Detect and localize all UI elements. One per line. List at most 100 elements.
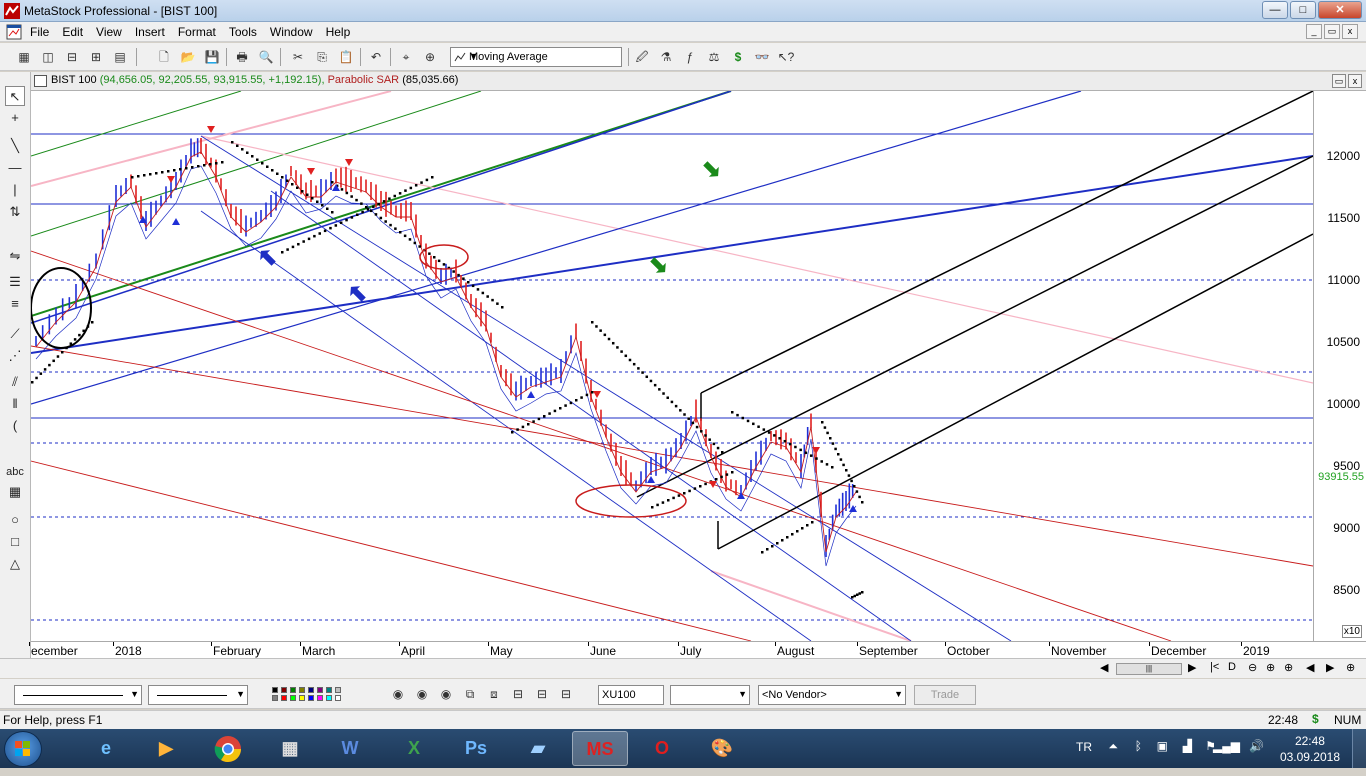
chart-close-button[interactable]: x [1348,74,1362,88]
help-pointer-icon[interactable]: ↖? [776,47,796,67]
triangle-icon[interactable]: △ [5,554,25,574]
chart-window[interactable]: BIST 100 (94,656.05, 92,205.55, 93,915.5… [29,72,1366,658]
media-player-icon[interactable]: ▶ [138,731,194,766]
periodicity-icon[interactable]: |< [1210,661,1219,673]
crosshair-tool-icon[interactable]: + [5,108,25,128]
copy-icon[interactable]: ⎘ [312,47,332,67]
circle-tool-icon[interactable]: ◉ [388,684,408,704]
circle-tool3-icon[interactable]: ◉ [436,684,456,704]
line-weight-combo[interactable]: ▼ [148,685,248,705]
chrome-icon[interactable] [200,731,256,766]
chart-restore-button[interactable]: ▭ [1332,74,1346,88]
print-preview-icon[interactable]: 🔍 [256,47,276,67]
menu-window[interactable]: Window [270,25,322,39]
pointer-icon[interactable]: ↖ [5,86,25,106]
color-palette[interactable] [270,685,360,705]
expand-icon[interactable]: ⊕ [1346,661,1355,674]
color-swatch[interactable] [281,687,287,693]
save-icon[interactable]: 💾 [202,47,222,67]
new-file-icon[interactable]: 🗋 [154,47,174,67]
photoshop-icon[interactable]: Ps [448,731,504,766]
gann-fan-icon[interactable]: ⋰ [5,346,25,366]
color-swatch[interactable] [272,695,278,701]
open-folder-icon[interactable]: 📂 [178,47,198,67]
dollar-icon[interactable]: $ [728,47,748,67]
opera-icon[interactable]: O [634,731,690,766]
expert-advisor-icon[interactable]: 🖉 [632,47,652,67]
fibonacci-arcs-icon[interactable]: ☰ [5,272,25,292]
color-swatch[interactable] [281,695,287,701]
explorer-icon[interactable]: 👓 [752,47,772,67]
calculator-icon[interactable]: ▦ [262,731,318,766]
grid-icon[interactable]: ⊞ [86,47,106,67]
tray-up-icon[interactable]: ⏶ [1108,739,1118,754]
system-tester-icon[interactable]: ⚖ [704,47,724,67]
metastock-icon[interactable]: MS [572,731,628,766]
daily-icon[interactable]: D [1228,661,1236,673]
network-icon[interactable]: ▟ [1183,739,1192,753]
text-tool-icon[interactable]: abc [5,462,25,482]
print-icon[interactable]: 🖶 [232,47,252,67]
tray-app-icon[interactable]: ▣ [1157,739,1168,753]
crosshair-icon[interactable]: ⌖ [396,47,416,67]
color-swatch[interactable] [326,687,332,693]
menu-format[interactable]: Format [178,25,225,39]
scroll-left-icon[interactable]: ◀ [1100,661,1108,674]
chevron-left-icon[interactable]: ◀ [1306,661,1314,674]
layout-icon[interactable]: ▤ [110,47,130,67]
cut-icon[interactable]: ✂ [288,47,308,67]
tile-windows-icon[interactable]: ▦ [14,47,34,67]
paste-icon[interactable]: 📋 [336,47,356,67]
symbol-input[interactable]: XU100 [598,685,664,705]
color-swatch[interactable] [317,695,323,701]
menu-file[interactable]: File [30,25,58,39]
tile-horizontal-icon[interactable]: ⊟ [62,47,82,67]
grid-tool-icon[interactable]: ▦ [5,482,25,502]
close-button[interactable]: ✕ [1318,1,1362,19]
volume-icon[interactable]: 🔊 [1249,739,1264,753]
zoom-out-icon[interactable]: ⊖ [1248,661,1257,674]
color-swatch[interactable] [317,687,323,693]
rectangle-icon[interactable]: □ [5,532,25,552]
color-swatch[interactable] [272,687,278,693]
chart-window-icon[interactable] [6,24,22,40]
undo-icon[interactable]: ↶ [366,47,386,67]
zoom-icon[interactable]: ⊕ [1284,661,1293,674]
menu-tools[interactable]: Tools [229,25,266,39]
line-style-combo[interactable]: ▼ [14,685,142,705]
fan-lines-icon[interactable]: ⟋ [5,324,25,344]
start-button[interactable] [4,731,42,767]
zoom-icon[interactable]: ⊕ [420,47,440,67]
frame-icon[interactable]: ⧈ [484,684,504,704]
formula-icon[interactable]: ƒ [680,47,700,67]
language-indicator[interactable]: TR [1076,740,1092,754]
zoom-in-icon[interactable]: ⊕ [1266,661,1275,674]
buy-sell-arrow-icon[interactable]: ⇅ [5,202,25,222]
color-swatch[interactable] [299,687,305,693]
maximize-button[interactable]: □ [1290,1,1316,19]
clock[interactable]: 22:48 03.09.2018 [1280,733,1340,765]
mdi-minimize-button[interactable]: _ [1306,24,1322,39]
color-swatch[interactable] [290,695,296,701]
menu-view[interactable]: View [96,25,131,39]
mdi-restore-button[interactable]: ▭ [1324,24,1340,39]
circle-tool2-icon[interactable]: ◉ [412,684,432,704]
color-swatch[interactable] [290,687,296,693]
color-swatch[interactable] [299,695,305,701]
chevron-right-icon[interactable]: ▶ [1326,661,1334,674]
price-plot[interactable] [31,91,1313,641]
fibonacci-retracement-icon[interactable]: ≡ [5,294,25,314]
window2-icon[interactable]: ⊟ [532,684,552,704]
tile-vertical-icon[interactable]: ◫ [38,47,58,67]
expert-icon[interactable]: ⚗ [656,47,676,67]
window3-icon[interactable]: ⊟ [556,684,576,704]
vendor-combo[interactable]: <No Vendor> ▼ [758,685,906,705]
window-icon[interactable]: ⊟ [508,684,528,704]
trade-button[interactable]: Trade [914,685,976,705]
bluetooth-icon[interactable]: ᛒ [1135,739,1142,753]
excel-icon[interactable]: X [386,731,442,766]
scroll-right-icon[interactable]: ▶ [1188,661,1196,674]
scroll-thumb[interactable]: ||| [1116,663,1182,675]
ie-icon[interactable]: e [78,731,134,766]
color-swatch[interactable] [335,687,341,693]
